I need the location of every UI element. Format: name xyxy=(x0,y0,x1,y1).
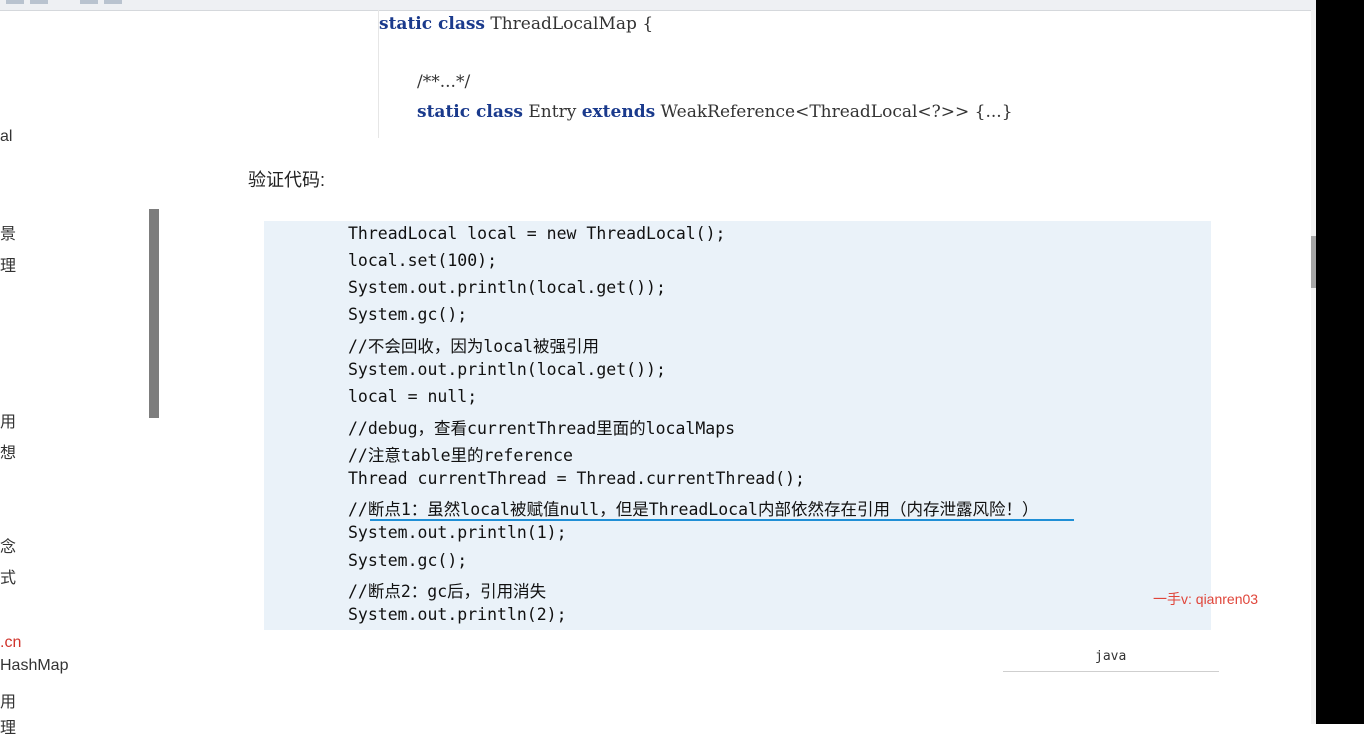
code-line: ThreadLocal local = new ThreadLocal(); xyxy=(348,224,726,243)
watermark: 一手v: qianren03 xyxy=(1153,591,1259,607)
code-line: local = null; xyxy=(348,387,478,406)
code-block-verify: ThreadLocal local = new ThreadLocal(); l… xyxy=(264,221,1211,630)
code-line: System.gc(); xyxy=(348,305,468,324)
section-heading: 验证代码: xyxy=(248,170,326,190)
outline-item[interactable]: 景 xyxy=(0,220,16,244)
highlight-underline xyxy=(370,519,1074,521)
italic-icon[interactable] xyxy=(30,0,48,4)
outline-item[interactable]: 想 xyxy=(0,439,16,463)
code-line: /**...*/ xyxy=(417,72,470,92)
keyword: static class xyxy=(417,102,523,122)
code-comment: /**...*/ xyxy=(417,72,471,92)
outline-item[interactable]: 理 xyxy=(0,714,16,738)
code-line: System.out.println(1); xyxy=(348,523,567,542)
code-line: System.gc(); xyxy=(348,551,468,570)
table-icon[interactable] xyxy=(104,0,122,4)
divider xyxy=(1003,671,1219,672)
outline-item[interactable]: HashMap xyxy=(0,657,68,675)
code-line: //不会回收，因为local被强引用 xyxy=(348,337,600,356)
code-block-threadlocalmap: static class ThreadLocalMap { /**...*/ s… xyxy=(378,10,1079,138)
screen-edge xyxy=(1316,0,1364,724)
outline-sidebar: al 景 理 用 想 念 式 .cn HashMap 用 理 xyxy=(0,10,150,737)
keyword: extends xyxy=(581,102,656,122)
outline-item[interactable]: 理 xyxy=(0,252,16,276)
code-line: System.out.println(local.get()); xyxy=(348,278,666,297)
outline-item[interactable]: al xyxy=(0,128,12,146)
outline-item[interactable]: 念 xyxy=(0,533,16,557)
code-line: System.out.println(local.get()); xyxy=(348,360,666,379)
code-line: static class ThreadLocalMap { xyxy=(379,14,653,34)
code-text: ThreadLocalMap { xyxy=(484,14,654,34)
code-line: Thread currentThread = Thread.currentThr… xyxy=(348,469,805,488)
image-icon[interactable] xyxy=(80,0,98,4)
bold-icon[interactable] xyxy=(6,0,24,4)
code-line: static class Entry extends WeakReference… xyxy=(417,102,1013,122)
code-line: //断点1：虽然local被赋值null，但是ThreadLocal内部依然存在… xyxy=(348,500,1039,519)
keyword: static class xyxy=(379,14,485,34)
outline-item[interactable]: 用 xyxy=(0,408,16,432)
code-text: Entry xyxy=(522,102,582,122)
code-line: //断点2：gc后，引用消失 xyxy=(348,582,547,601)
code-line: //debug，查看currentThread里面的localMaps xyxy=(348,419,736,438)
code-line: local.set(100); xyxy=(348,251,498,270)
outline-item[interactable]: 用 xyxy=(0,688,16,712)
code-line: //注意table里的reference xyxy=(348,446,573,465)
outline-scrollbar[interactable] xyxy=(149,209,159,418)
outline-item[interactable]: 式 xyxy=(0,564,16,588)
code-line: System.out.println(2); xyxy=(348,605,567,624)
outline-item[interactable]: .cn xyxy=(0,634,21,652)
code-language-selector[interactable]: java xyxy=(1095,649,1126,664)
code-text: WeakReference<ThreadLocal<?>> {...} xyxy=(655,102,1013,122)
